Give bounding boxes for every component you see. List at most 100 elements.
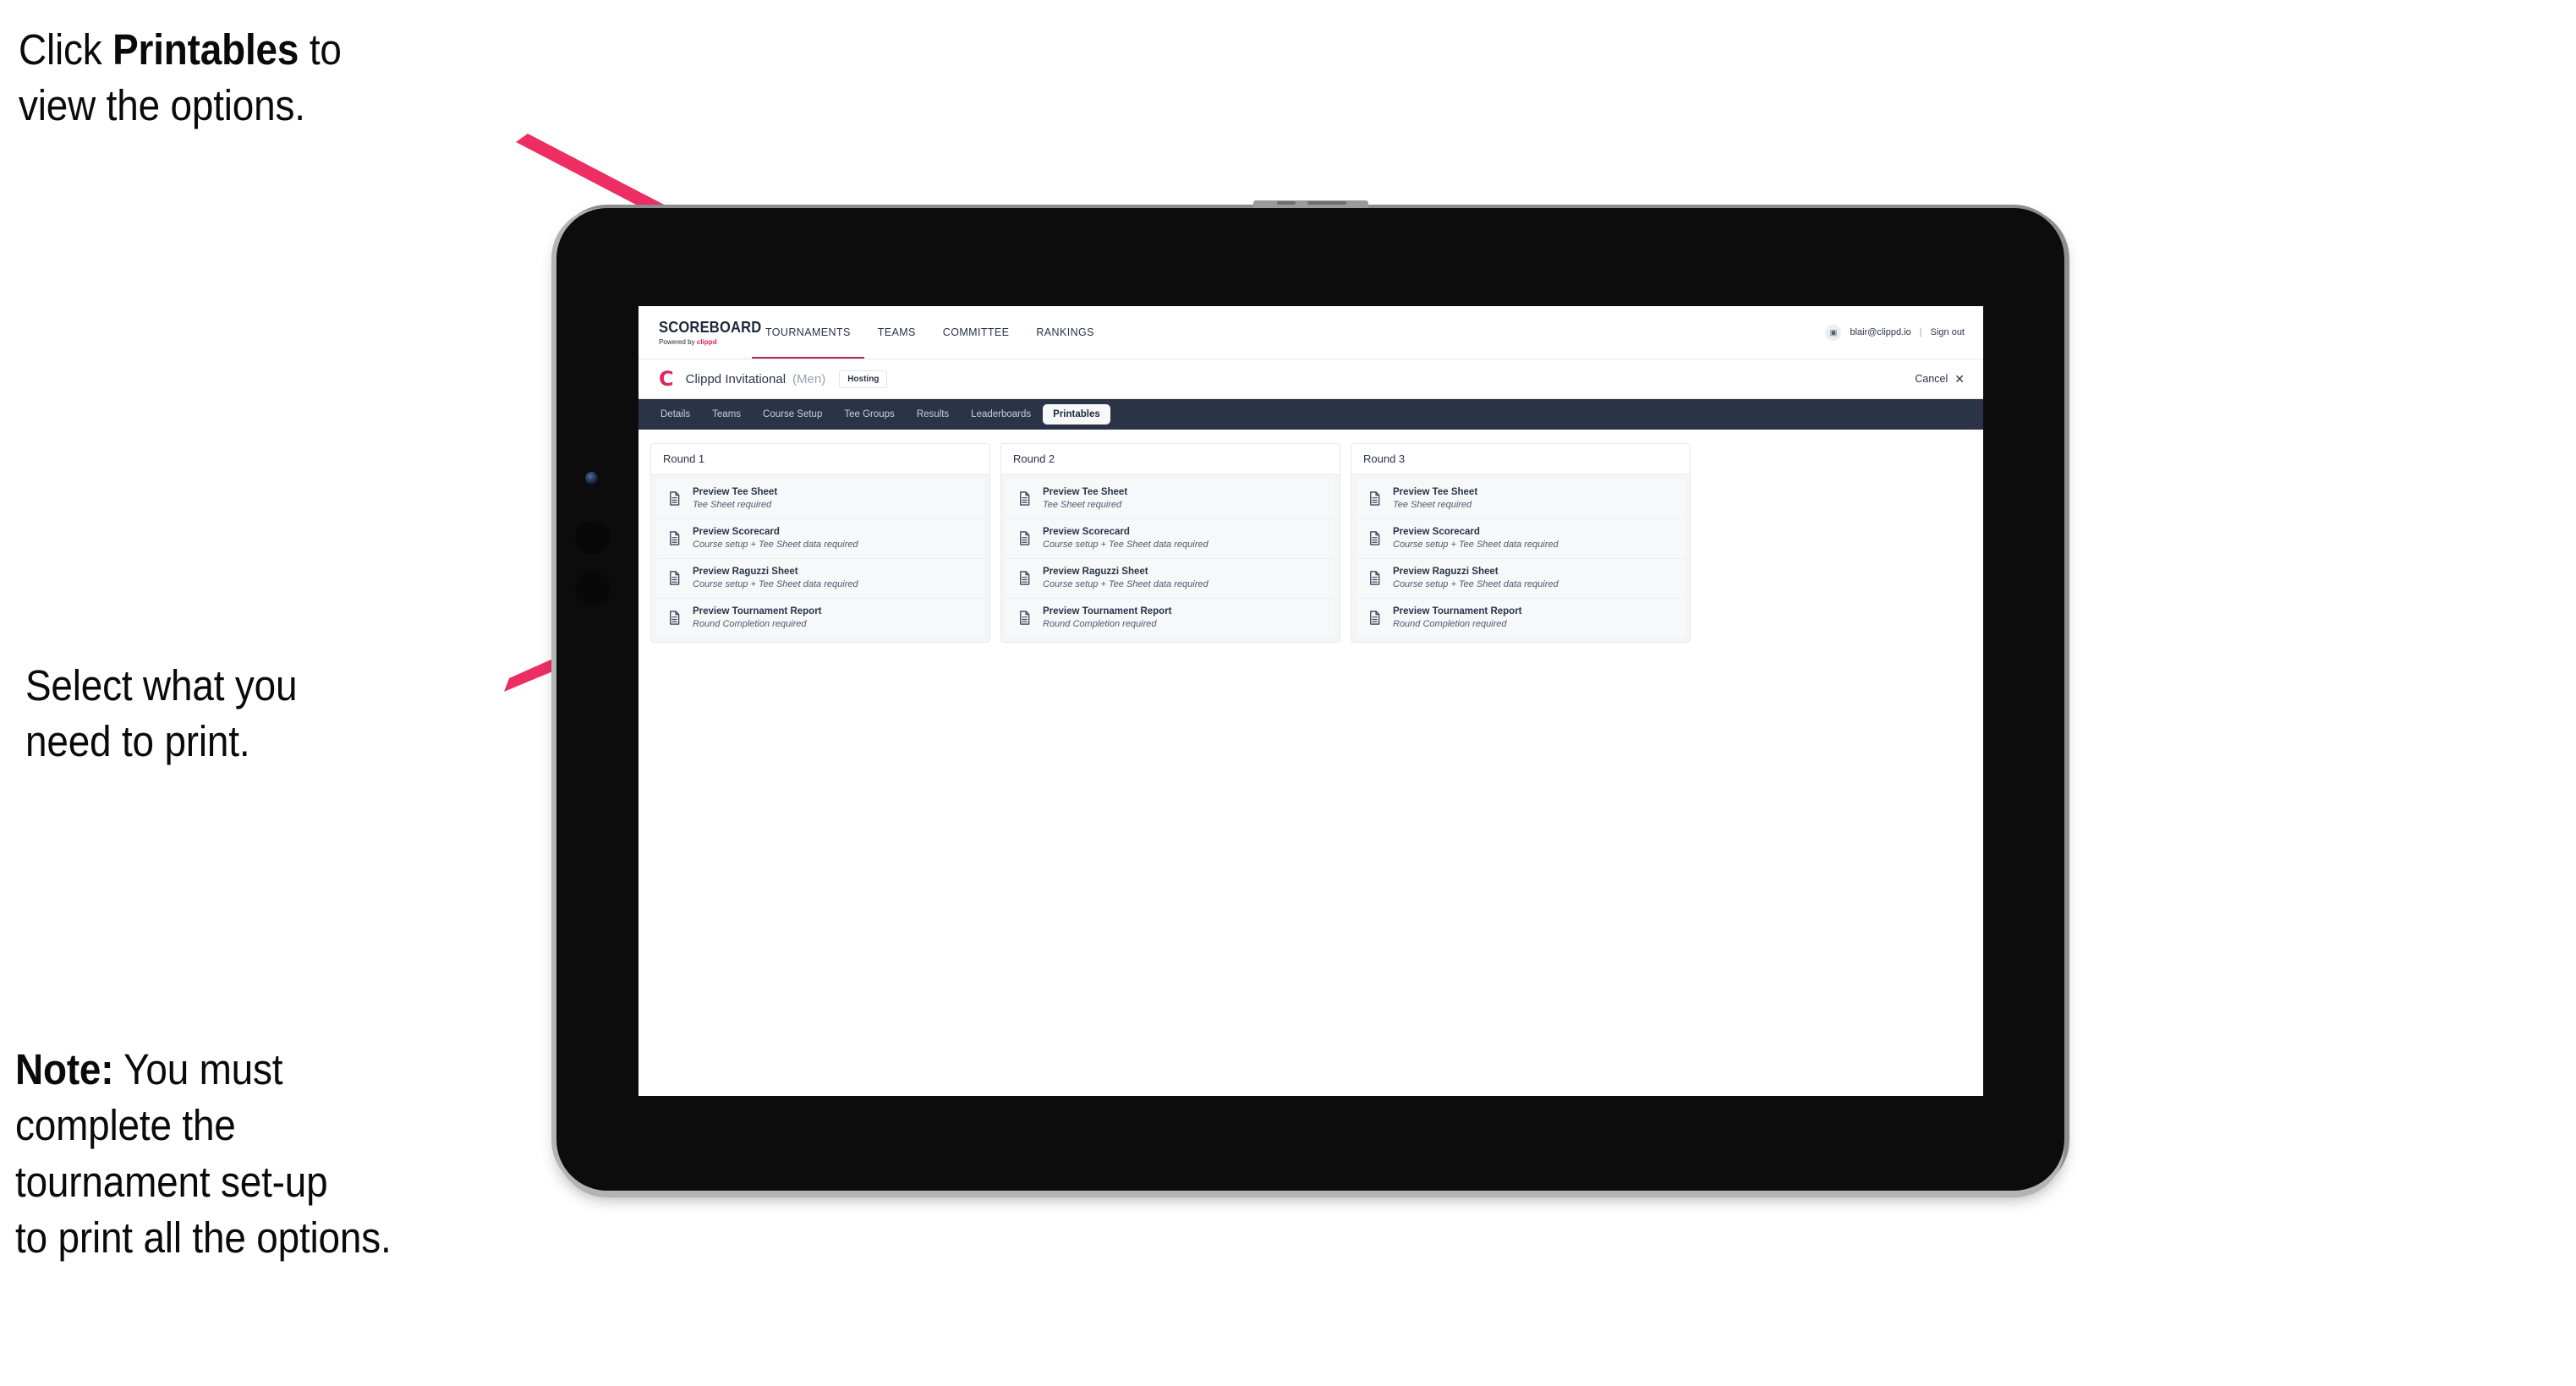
callout-click-printables: Click Printables to view the options. [19, 25, 342, 130]
printable-item[interactable]: Preview Raguzzi Sheet Course setup + Tee … [1357, 558, 1685, 599]
printable-item-requirement: Course setup + Tee Sheet data required [1043, 578, 1209, 589]
printable-item[interactable]: Preview Raguzzi Sheet Course setup + Tee … [1006, 558, 1335, 599]
printable-item-text: Preview Tournament Report Round Completio… [693, 606, 822, 630]
printable-item-requirement: Course setup + Tee Sheet data required [1043, 540, 1209, 551]
printable-item-title: Preview Scorecard [1043, 526, 1130, 537]
tab-results[interactable]: Results [907, 404, 959, 425]
printable-item-requirement: Tee Sheet required [1043, 500, 1122, 511]
nav-item-teams[interactable]: TEAMS [864, 306, 929, 359]
tab-details[interactable]: Details [650, 404, 700, 425]
printable-item-text: Preview Raguzzi Sheet Course setup + Tee … [693, 567, 858, 590]
printable-item-list: Preview Tee Sheet Tee Sheet required Previ… [651, 474, 989, 643]
account-area: ▣ blair@clippd.io | Sign out [1825, 306, 1983, 359]
document-icon [670, 531, 680, 545]
printable-item-text: Preview Tee Sheet Tee Sheet required [693, 487, 777, 511]
volume-down-button[interactable] [575, 572, 611, 605]
printable-item-title: Preview Raguzzi Sheet [1043, 566, 1148, 577]
user-email-label: blair@clippd.io [1850, 327, 1911, 337]
printable-item-requirement: Tee Sheet required [1393, 500, 1472, 511]
callout-select-what-to-print: Select what you need to print. [25, 661, 298, 766]
printable-item-title: Preview Tee Sheet [1043, 487, 1128, 497]
status-badge: Hosting [839, 370, 888, 388]
callout-emphasis: Note: [15, 1045, 114, 1093]
printable-item-requirement: Round Completion required [1043, 618, 1157, 629]
clippd-logo-mark-icon: C [659, 367, 674, 391]
printable-item[interactable]: Preview Scorecard Course setup + Tee Shee… [1357, 518, 1685, 559]
tab-teams[interactable]: Teams [702, 404, 751, 425]
cancel-button[interactable]: Cancel ✕ [1915, 373, 1965, 385]
printable-item-requirement: Course setup + Tee Sheet data required [693, 578, 858, 589]
document-icon [1020, 531, 1030, 545]
printable-item-list: Preview Tee Sheet Tee Sheet required Previ… [1001, 474, 1340, 643]
printable-item-text: Preview Scorecard Course setup + Tee Shee… [693, 527, 858, 551]
sign-out-link[interactable]: Sign out [1931, 327, 1965, 337]
printable-item-text: Preview Raguzzi Sheet Course setup + Tee … [1393, 567, 1559, 590]
nav-item-rankings[interactable]: RANKINGS [1022, 306, 1108, 359]
scoreboard-logo[interactable]: SCOREBOARD Powered by clippd [639, 306, 761, 359]
printable-item-text: Preview Tournament Report Round Completio… [1393, 606, 1522, 630]
printable-item-requirement: Course setup + Tee Sheet data required [1393, 578, 1559, 589]
document-icon [670, 491, 680, 507]
printable-item-text: Preview Tee Sheet Tee Sheet required [1393, 487, 1477, 511]
logo-tagline: Powered by clippd [659, 338, 734, 346]
round-column: Round 3 Preview Tee Sheet Tee Sheet requir… [1351, 443, 1691, 644]
tournament-name: Clippd Invitational [685, 371, 787, 386]
logo-tagline-brand: clippd [696, 337, 717, 346]
tab-course-setup[interactable]: Course Setup [753, 404, 832, 425]
global-header: SCOREBOARD Powered by clippd TOURNAMENTS… [639, 306, 1983, 359]
round-header: Round 3 [1351, 444, 1690, 474]
printable-item-title: Preview Tee Sheet [1393, 487, 1478, 497]
printable-item-title: Preview Raguzzi Sheet [693, 566, 798, 577]
close-icon: ✕ [1954, 372, 1965, 386]
printable-item[interactable]: Preview Tee Sheet Tee Sheet required [656, 479, 984, 519]
document-icon [1020, 571, 1030, 585]
printable-item-text: Preview Tee Sheet Tee Sheet required [1043, 487, 1127, 511]
printable-item[interactable]: Preview Tournament Report Round Completio… [1357, 598, 1685, 638]
printable-item-requirement: Tee Sheet required [693, 500, 772, 511]
printable-item[interactable]: Preview Tournament Report Round Completio… [656, 598, 984, 638]
cancel-label: Cancel [1915, 373, 1948, 385]
printable-item[interactable]: Preview Tee Sheet Tee Sheet required [1006, 479, 1335, 519]
printable-item[interactable]: Preview Raguzzi Sheet Course setup + Tee … [656, 558, 984, 599]
round-header: Round 2 [1001, 444, 1340, 474]
printable-item-title: Preview Tournament Report [1393, 605, 1522, 616]
printable-item[interactable]: Preview Tee Sheet Tee Sheet required [1357, 479, 1685, 519]
printable-item-title: Preview Scorecard [693, 526, 780, 537]
document-icon [1370, 571, 1380, 585]
document-icon [1370, 491, 1380, 507]
printable-item-title: Preview Raguzzi Sheet [1393, 566, 1499, 577]
printable-item-requirement: Course setup + Tee Sheet data required [693, 540, 858, 551]
printables-panel: Round 1 Preview Tee Sheet Tee Sheet requir… [639, 430, 1983, 657]
round-header: Round 1 [651, 444, 989, 474]
printable-item-requirement: Round Completion required [693, 618, 807, 629]
app-viewport: SCOREBOARD Powered by clippd TOURNAMENTS… [639, 306, 1983, 1096]
printable-item-title: Preview Tournament Report [1043, 605, 1172, 616]
volume-up-button[interactable] [575, 521, 611, 555]
printable-item-title: Preview Scorecard [1393, 526, 1480, 537]
nav-item-committee[interactable]: COMMITTEE [929, 306, 1023, 359]
tab-leaderboards[interactable]: Leaderboards [961, 404, 1041, 425]
printable-item-text: Preview Scorecard Course setup + Tee Shee… [1393, 527, 1559, 551]
round-column: Round 1 Preview Tee Sheet Tee Sheet requir… [650, 443, 990, 644]
avatar[interactable]: ▣ [1825, 324, 1842, 341]
printable-item-requirement: Round Completion required [1393, 618, 1507, 629]
tournament-title-bar: C Clippd Invitational (Men) Hosting Canc… [639, 359, 1983, 399]
callout-emphasis: Printables [112, 25, 299, 74]
printable-item-requirement: Course setup + Tee Sheet data required [1393, 540, 1559, 551]
printable-item[interactable]: Preview Tournament Report Round Completio… [1006, 598, 1335, 638]
round-column: Round 2 Preview Tee Sheet Tee Sheet requir… [1000, 443, 1340, 644]
nav-item-tournaments[interactable]: TOURNAMENTS [752, 306, 864, 359]
document-icon [1370, 531, 1380, 545]
document-icon [670, 571, 680, 585]
tablet-speaker-notch [1252, 200, 1368, 208]
tab-printables[interactable]: Printables [1043, 404, 1110, 425]
tab-tee-groups[interactable]: Tee Groups [834, 404, 904, 425]
section-tab-bar: Details Teams Course Setup Tee Groups Re… [639, 399, 1983, 430]
printable-item[interactable]: Preview Scorecard Course setup + Tee Shee… [1006, 518, 1335, 559]
logo-tagline-prefix: Powered by [659, 337, 697, 346]
document-icon [1370, 611, 1380, 625]
document-icon [1020, 611, 1030, 625]
printable-item-text: Preview Raguzzi Sheet Course setup + Tee … [1043, 567, 1209, 590]
printable-item-title: Preview Tee Sheet [693, 487, 778, 497]
printable-item[interactable]: Preview Scorecard Course setup + Tee Shee… [656, 518, 984, 559]
